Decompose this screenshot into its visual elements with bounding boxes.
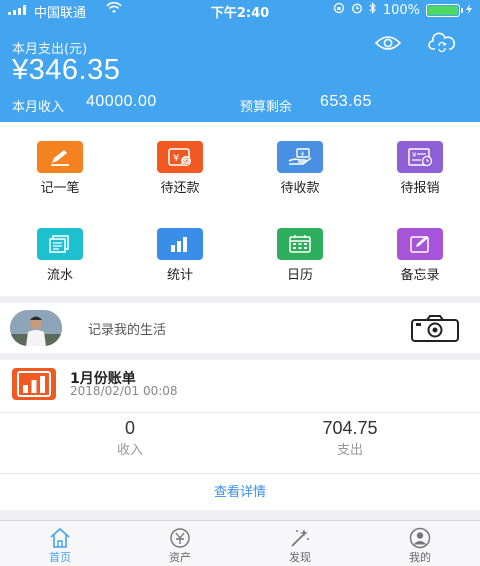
avatar[interactable] <box>10 310 62 346</box>
divider <box>0 412 480 413</box>
svg-text:¥: ¥ <box>301 151 305 158</box>
bill-income-label: 收入 <box>116 443 143 458</box>
month-expense-amount: ¥346.35 <box>12 54 121 86</box>
grid-item-label: 统计 <box>166 268 193 283</box>
stats-icon <box>157 228 203 260</box>
reimburse-icon: ¥ <box>397 141 443 173</box>
tab-bar: 首页 资产 发现 我的 <box>0 520 480 566</box>
bill-income-value: 0 <box>124 418 135 438</box>
status-bar: 中国联通 下午2:40 100% <box>0 0 480 21</box>
budget-remaining-value: 653.65 <box>320 93 372 110</box>
grid-item-label: 待还款 <box>160 181 200 196</box>
svg-text:¥: ¥ <box>173 153 179 164</box>
profile-icon <box>409 527 431 549</box>
grid-item-label: 待收款 <box>280 181 320 196</box>
svg-text:¥: ¥ <box>412 151 417 159</box>
grid-item-repay[interactable]: ¥ 还 待还款 <box>120 122 240 209</box>
alarm-icon <box>351 2 363 18</box>
battery-percent: 100% <box>382 2 420 18</box>
month-income-value: 40000.00 <box>86 93 157 110</box>
monthly-bill-card: 1月份账单 2018/02/01 00:08 0 收入 704.75 支出 查看… <box>0 360 480 510</box>
tab-label: 发现 <box>289 551 311 564</box>
eye-icon[interactable] <box>374 34 402 52</box>
flow-icon <box>37 228 83 260</box>
svg-text:还: 还 <box>183 158 190 166</box>
grid-item-reimburse[interactable]: ¥ 待报销 <box>360 122 480 209</box>
month-income-label: 本月收入 <box>12 100 65 115</box>
grid-item-label: 日历 <box>286 268 313 283</box>
grid-item-calendar[interactable]: 日历 <box>240 209 360 296</box>
assets-icon <box>170 528 190 548</box>
home-icon <box>50 527 70 548</box>
tab-discover[interactable]: 发现 <box>240 521 360 566</box>
bill-date: 2018/02/01 00:08 <box>70 384 178 398</box>
battery-icon <box>426 3 463 17</box>
bluetooth-icon <box>369 2 377 18</box>
moments-text: 记录我的生活 <box>88 323 167 338</box>
grid-item-label: 备忘录 <box>400 268 440 283</box>
divider <box>0 473 480 474</box>
grid-item-record[interactable]: 记一笔 <box>0 122 120 209</box>
feature-grid: 记一笔 ¥ 还 待还款 ¥ 待收款 ¥ 待报销 流水 统计 日历 备忘录 <box>0 122 480 296</box>
cloud-sync-icon[interactable] <box>428 32 456 54</box>
moments-bar[interactable]: 记录我的生活 <box>0 303 480 353</box>
bill-chart-icon <box>12 368 56 400</box>
bill-expense-value: 704.75 <box>322 418 378 438</box>
grid-item-label: 流水 <box>46 268 73 283</box>
grid-item-memo[interactable]: 备忘录 <box>360 209 480 296</box>
calendar-icon <box>277 228 323 260</box>
receive-icon: ¥ <box>277 141 323 173</box>
tab-label: 资产 <box>169 551 191 564</box>
view-details-link[interactable]: 查看详情 <box>0 481 480 500</box>
tab-profile[interactable]: 我的 <box>360 521 480 566</box>
tab-label: 首页 <box>49 551 71 564</box>
tab-label: 我的 <box>409 551 431 564</box>
tab-home[interactable]: 首页 <box>0 521 120 566</box>
bill-expense-label: 支出 <box>336 443 363 458</box>
discover-icon <box>291 529 309 547</box>
grid-item-flow[interactable]: 流水 <box>0 209 120 296</box>
budget-remaining-label: 预算剩余 <box>240 100 293 115</box>
bill-expense: 704.75 支出 <box>230 418 470 458</box>
grid-item-label: 待报销 <box>400 181 440 196</box>
summary-header: 本月支出(元) ¥346.35 本月收入 40000.00 预算剩余 653.6… <box>0 20 480 122</box>
grid-item-stats[interactable]: 统计 <box>120 209 240 296</box>
repay-icon: ¥ 还 <box>157 141 203 173</box>
camera-icon[interactable] <box>410 315 460 343</box>
tab-assets[interactable]: 资产 <box>120 521 240 566</box>
orientation-lock-icon <box>333 2 345 18</box>
grid-item-label: 记一笔 <box>40 181 80 196</box>
memo-icon <box>397 228 443 260</box>
bill-income: 0 收入 <box>10 418 250 458</box>
grid-item-receive[interactable]: ¥ 待收款 <box>240 122 360 209</box>
charging-icon <box>466 3 472 18</box>
pencil-icon <box>37 141 83 173</box>
